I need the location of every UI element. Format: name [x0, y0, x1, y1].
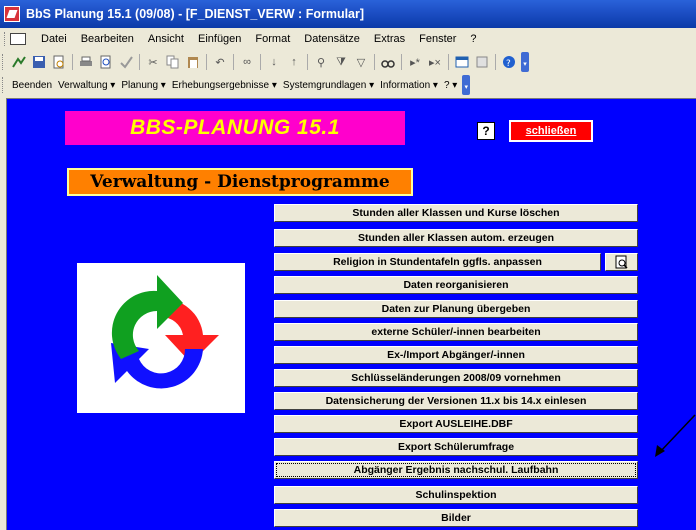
- form-document-icon[interactable]: [10, 33, 26, 45]
- print-icon[interactable]: [78, 54, 94, 70]
- toolbar-separator: [72, 54, 73, 70]
- menu-extras[interactable]: Extras: [374, 33, 405, 45]
- btn-reorganize-data[interactable]: Daten reorganisieren: [274, 276, 638, 294]
- toolbar-grip-handle[interactable]: [2, 54, 5, 70]
- hyperlink-icon[interactable]: ∞: [239, 54, 255, 70]
- btn-school-inspection[interactable]: Schulinspektion: [274, 486, 638, 504]
- toolbar-separator: [374, 54, 375, 70]
- delete-record-icon[interactable]: ▸×: [427, 54, 443, 70]
- toolbar-separator: [495, 54, 496, 70]
- access-window: BbS Planung 15.1 (09/08) - [F_DIENST_VER…: [0, 0, 696, 530]
- btn-export-ausleihe[interactable]: Export AUSLEIHE.DBF: [274, 415, 638, 433]
- save-icon[interactable]: [31, 54, 47, 70]
- window-title: BbS Planung 15.1 (09/08) - [F_DIENST_VER…: [26, 7, 365, 21]
- btn-graduate-results[interactable]: Abgänger Ergebnis nachschul. Laufbahn: [274, 461, 638, 479]
- cmd-beenden[interactable]: Beenden: [12, 80, 52, 91]
- spellcheck-icon[interactable]: [118, 54, 134, 70]
- btn-import-export-graduates[interactable]: Ex-/Import Abgänger/-innen: [274, 346, 638, 364]
- menubar-grip-handle[interactable]: [4, 32, 7, 46]
- btn-export-survey[interactable]: Export Schülerumfrage: [274, 438, 638, 456]
- btn-key-changes[interactable]: Schlüsseländerungen 2008/09 vornehmen: [274, 369, 638, 387]
- commandbar-grip-handle[interactable]: [2, 77, 5, 93]
- paste-icon[interactable]: [185, 54, 201, 70]
- apply-filter-icon[interactable]: ▽: [353, 54, 369, 70]
- app-banner: BBS-PLANUNG 15.1: [65, 111, 405, 145]
- recycle-arrows-icon: [111, 275, 219, 389]
- commandbar-overflow-button[interactable]: ▾: [462, 75, 471, 95]
- form-area: BBS-PLANUNG 15.1 ? schließen Verwaltung …: [6, 98, 696, 530]
- cmd-systemgrundlagen[interactable]: Systemgrundlagen ▾: [283, 80, 374, 91]
- view-icon[interactable]: [11, 54, 27, 70]
- menu-datensaetze[interactable]: Datensätze: [304, 33, 360, 45]
- new-object-icon[interactable]: [474, 54, 490, 70]
- menu-datei[interactable]: Datei: [41, 33, 67, 45]
- print-preview-icon[interactable]: [98, 54, 114, 70]
- btn-transfer-data[interactable]: Daten zur Planung übergeben: [274, 300, 638, 318]
- cut-icon[interactable]: ✂: [145, 54, 161, 70]
- menu-bearbeiten[interactable]: Bearbeiten: [81, 33, 134, 45]
- cmd-help[interactable]: ? ▾: [444, 80, 457, 91]
- copy-icon[interactable]: [165, 54, 181, 70]
- sort-ascending-icon[interactable]: ↓: [266, 54, 282, 70]
- btn-generate-all-hours[interactable]: Stunden aller Klassen autom. erzeugen: [274, 229, 638, 247]
- database-window-icon[interactable]: [454, 54, 470, 70]
- menu-help[interactable]: ?: [470, 33, 476, 45]
- title-bar[interactable]: BbS Planung 15.1 (09/08) - [F_DIENST_VER…: [0, 0, 696, 28]
- recycle-logo: [77, 263, 245, 413]
- search-file-icon[interactable]: [51, 54, 67, 70]
- help-button[interactable]: ?: [477, 122, 495, 140]
- toolbar-separator: [401, 54, 402, 70]
- btn-delete-all-hours[interactable]: Stunden aller Klassen und Kurse löschen: [274, 204, 638, 222]
- custom-command-bar: Beenden Verwaltung ▾ Planung ▾ Erhebungs…: [0, 74, 696, 96]
- close-button[interactable]: schließen: [509, 120, 593, 142]
- menu-einfuegen[interactable]: Einfügen: [198, 33, 241, 45]
- toolbar-separator: [448, 54, 449, 70]
- toolbar-separator: [233, 54, 234, 70]
- preview-button[interactable]: [605, 253, 638, 271]
- menu-format[interactable]: Format: [255, 33, 290, 45]
- filter-by-selection-icon[interactable]: ⚲: [313, 54, 329, 70]
- toolbar-separator: [307, 54, 308, 70]
- btn-external-students[interactable]: externe Schüler/-innen bearbeiten: [274, 323, 638, 341]
- svg-text:?: ?: [506, 59, 511, 69]
- menu-ansicht[interactable]: Ansicht: [148, 33, 184, 45]
- form-toolbar: ✂ ↶ ∞ ↓ ↑ ⚲ ⧩ ▽ ▸* ▸× ? ▾: [0, 50, 696, 74]
- undo-icon[interactable]: ↶: [212, 54, 228, 70]
- menu-bar: Datei Bearbeiten Ansicht Einfügen Format…: [0, 28, 696, 50]
- section-title: Verwaltung - Dienstprogramme: [67, 168, 413, 196]
- find-icon[interactable]: [380, 54, 396, 70]
- toolbar-separator: [139, 54, 140, 70]
- annotation-arrow-icon: [655, 414, 696, 457]
- menu-fenster[interactable]: Fenster: [419, 33, 456, 45]
- toolbar-separator: [260, 54, 261, 70]
- cmd-information[interactable]: Information ▾: [380, 80, 438, 91]
- cmd-planung[interactable]: Planung ▾: [121, 80, 166, 91]
- btn-images[interactable]: Bilder: [274, 509, 638, 527]
- document-preview-icon: [615, 255, 628, 269]
- new-record-icon[interactable]: ▸*: [407, 54, 423, 70]
- filter-by-form-icon[interactable]: ⧩: [333, 54, 349, 70]
- sort-descending-icon[interactable]: ↑: [286, 54, 302, 70]
- cmd-verwaltung[interactable]: Verwaltung ▾: [58, 80, 115, 91]
- help-icon[interactable]: ?: [501, 54, 517, 70]
- app-icon[interactable]: [4, 6, 20, 22]
- cmd-erhebungsergebnisse[interactable]: Erhebungsergebnisse ▾: [172, 80, 277, 91]
- toolbar-overflow-button[interactable]: ▾: [521, 52, 529, 72]
- btn-adjust-religion[interactable]: Religion in Stundentafeln ggfls. anpasse…: [274, 253, 601, 271]
- btn-import-backup[interactable]: Datensicherung der Versionen 11.x bis 14…: [274, 392, 638, 410]
- toolbar-separator: [206, 54, 207, 70]
